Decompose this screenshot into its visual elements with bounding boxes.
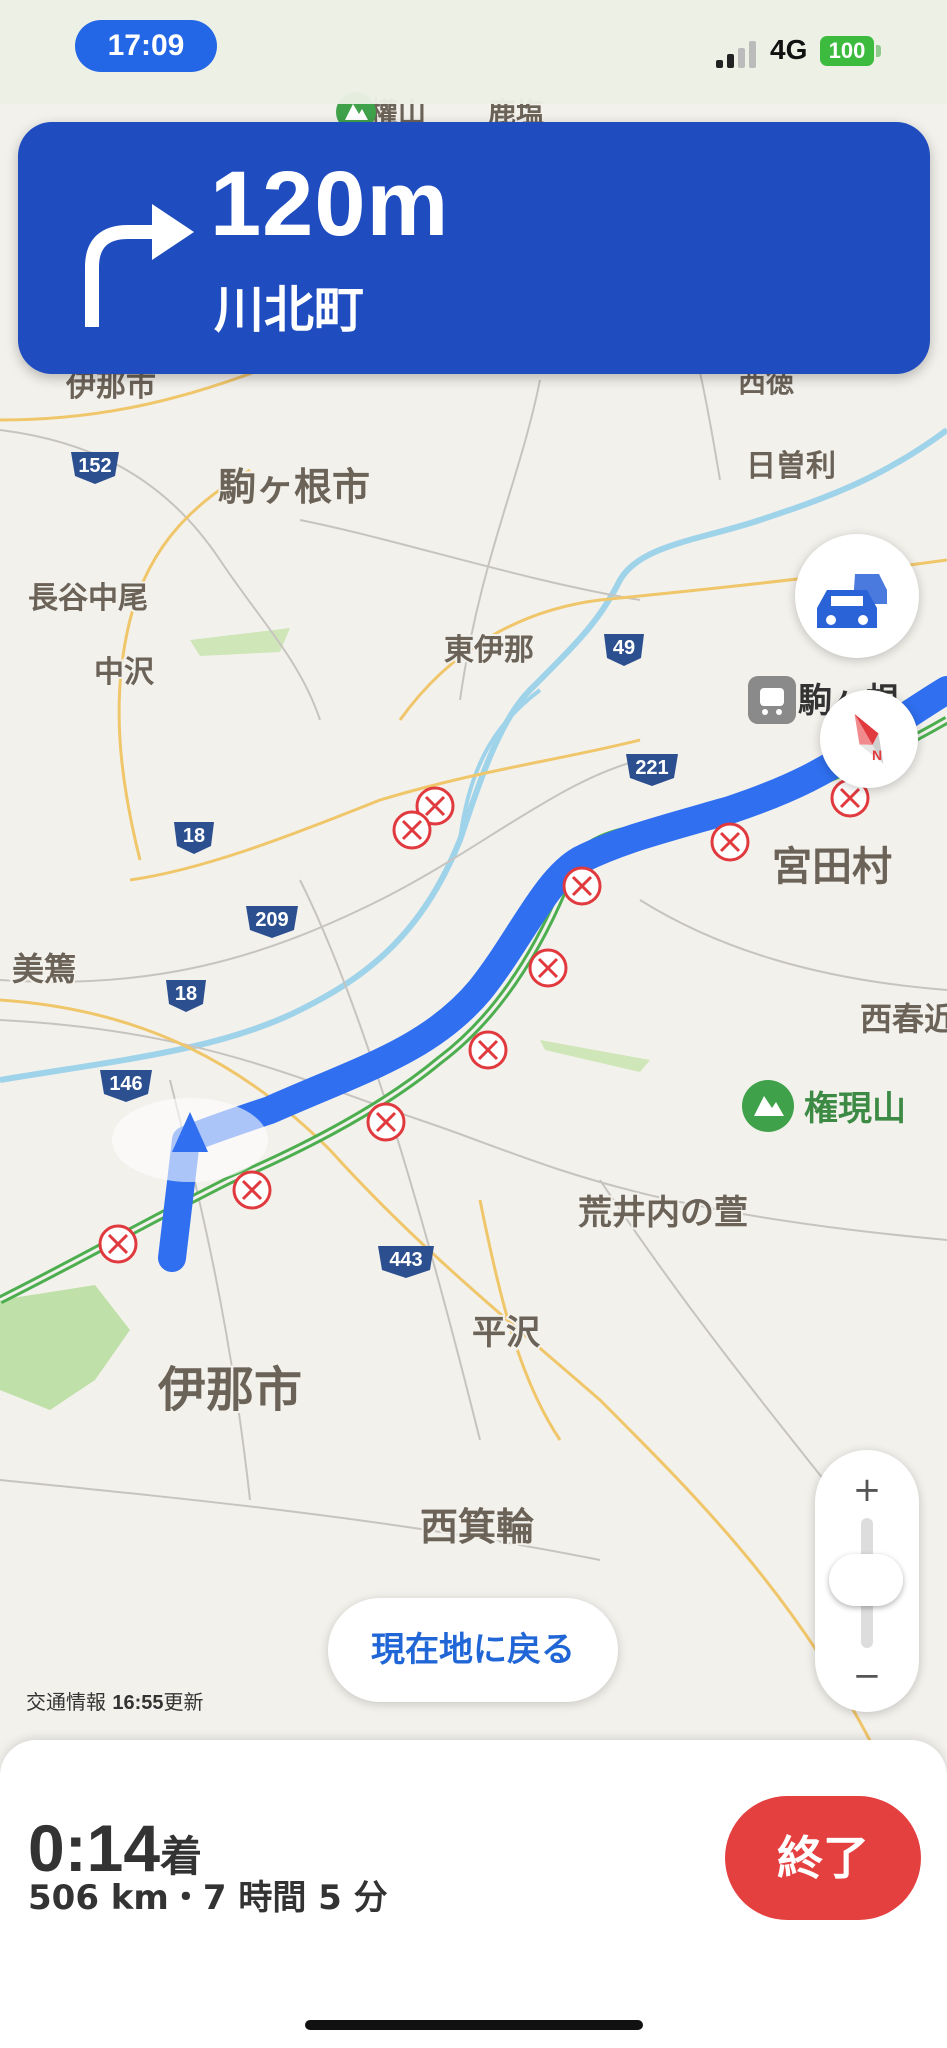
svg-text:18: 18 (183, 825, 205, 847)
traffic-button[interactable] (795, 534, 919, 658)
maneuver-distance: 120m (210, 153, 450, 255)
place-label: 荒井内の萱 (578, 1193, 748, 1233)
end-route-button[interactable]: 終了 (725, 1796, 921, 1920)
bus-station-icon (748, 676, 796, 724)
closure-marker (392, 810, 432, 850)
place-label: 平沢 (472, 1313, 541, 1353)
zoom-in-button[interactable]: + (815, 1470, 919, 1510)
place-label: 日曽利 (746, 449, 836, 484)
closure-marker (468, 1030, 508, 1070)
closure-marker (528, 948, 568, 988)
svg-text:443: 443 (389, 1249, 422, 1271)
svg-text:18: 18 (175, 983, 197, 1005)
svg-text:146: 146 (109, 1073, 142, 1095)
place-label: 宮田村 (772, 844, 892, 890)
place-label: 権現山 (804, 1089, 906, 1129)
place-label: 中沢 (94, 655, 155, 690)
svg-text:152: 152 (78, 455, 111, 477)
svg-text:221: 221 (635, 757, 668, 779)
closure-marker (366, 1102, 406, 1142)
network-type: 4G (770, 34, 808, 65)
mountain-icon (742, 1080, 794, 1132)
place-label: 駒ヶ根市 (218, 465, 370, 509)
traffic-info-time: 16:55 (112, 1692, 164, 1714)
traffic-info-suffix: 更新 (163, 1690, 204, 1714)
svg-text:49: 49 (613, 637, 635, 659)
battery-tip (876, 45, 881, 57)
compass-icon: N (854, 713, 884, 765)
trip-sheet[interactable]: 0:14着 506 km・7 時間 5 分 終了 (0, 1740, 947, 2048)
place-label: 長谷中尾 (28, 581, 148, 616)
traffic-cars-icon (817, 574, 887, 628)
maneuver-street: 川北町 (214, 281, 364, 339)
signal-icon (716, 38, 760, 68)
turn-right-icon (85, 204, 194, 327)
status-time[interactable]: 17:09 (75, 20, 217, 72)
place-label: 伊那市 (65, 369, 156, 404)
closure-marker (710, 822, 750, 862)
battery-icon: 100 (820, 36, 874, 66)
zoom-control[interactable]: + − (815, 1450, 919, 1712)
place-label: 東伊那 (444, 633, 534, 668)
svg-text:N: N (872, 747, 882, 763)
recenter-button[interactable]: 現在地に戻る (328, 1598, 618, 1702)
home-indicator[interactable] (305, 2020, 643, 2030)
place-label: 美篶 (12, 950, 76, 988)
svg-text:209: 209 (255, 909, 288, 931)
traffic-update-info: 交通情報 16:55更新 (26, 1686, 204, 1715)
compass-button[interactable]: N (820, 690, 918, 788)
place-label: 西春近 (860, 1000, 947, 1038)
closure-marker (98, 1224, 138, 1264)
place-label: 西箕輪 (420, 1505, 534, 1549)
status-bar: 17:09 4G 100 (0, 0, 947, 104)
zoom-out-button[interactable]: − (815, 1656, 919, 1696)
trip-summary: 506 km・7 時間 5 分 (28, 1878, 388, 1918)
traffic-info-prefix: 交通情報 (26, 1690, 113, 1714)
navigation-banner[interactable]: 120m 川北町 (18, 122, 930, 374)
closure-marker (562, 866, 602, 906)
zoom-slider-knob[interactable] (829, 1554, 903, 1606)
place-label: 伊那市 (157, 1362, 302, 1418)
closure-marker (232, 1170, 272, 1210)
